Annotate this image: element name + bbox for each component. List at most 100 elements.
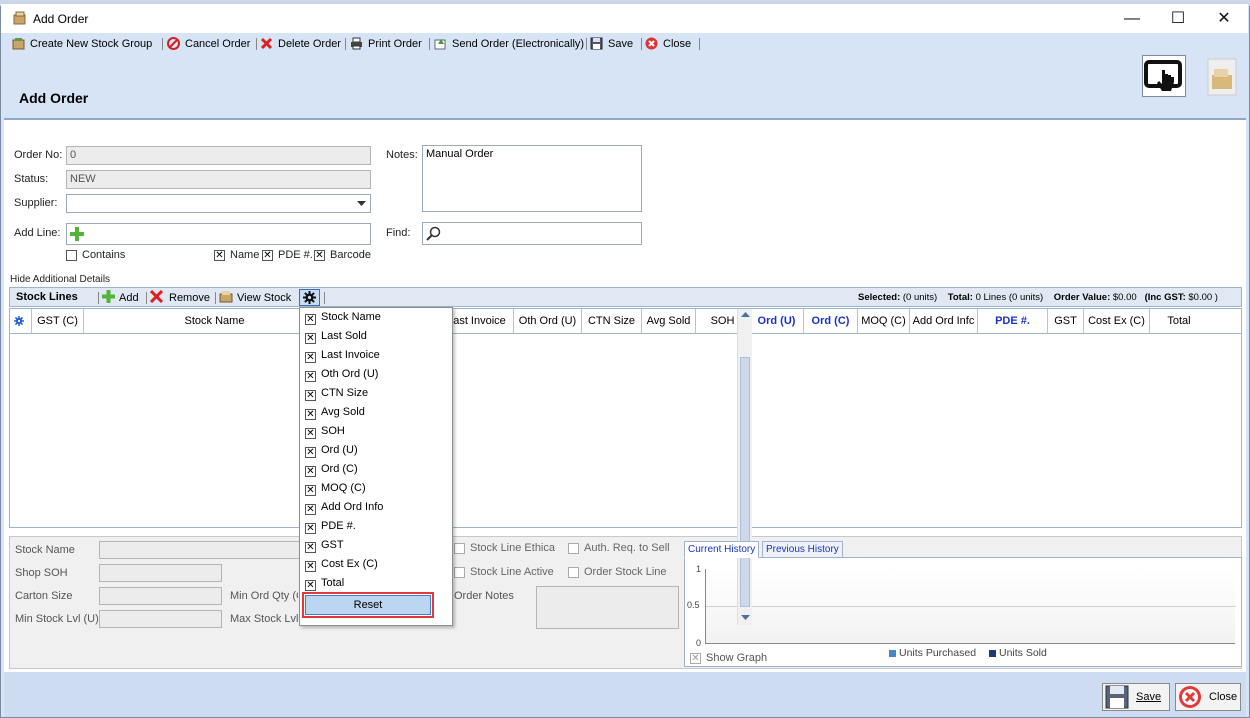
menu-item-label: Oth Ord (U) [321,368,379,380]
menu-checkbox[interactable]: ✕ [305,314,316,325]
column-header-moq-c[interactable]: MOQ (C) [858,309,910,333]
delete-order-button[interactable]: Delete Order [260,36,341,52]
find-input[interactable] [422,222,642,245]
close-circle-icon [645,37,658,50]
column-header-avg-sold[interactable]: Avg Sold [642,309,696,333]
menu-checkbox[interactable]: ✕ [305,485,316,496]
max-stock-lvl-label: Max Stock Lvl [230,613,298,625]
menu-item-ctn-size[interactable]: ✕ CTN Size [305,385,368,402]
menu-checkbox[interactable]: ✕ [305,523,316,534]
scroll-up-arrow-icon[interactable] [741,312,750,318]
scroll-down-arrow-icon[interactable] [741,615,750,621]
close-button[interactable]: Close [645,36,691,52]
cancel-order-button[interactable]: Cancel Order [167,36,250,52]
plus-icon[interactable] [70,227,84,241]
column-header-add-ord-info[interactable]: Add Ord Infc [910,309,978,333]
gear-icon [303,291,316,304]
menu-item-ord-c[interactable]: ✕ Ord (C) [305,461,358,478]
name-checkbox[interactable]: ✕ [214,250,225,261]
column-header-pde[interactable]: PDE #. [978,309,1048,333]
maximize-button[interactable]: ☐ [1155,6,1201,32]
toolbar-separator [429,38,430,50]
contains-checkbox[interactable] [66,250,77,261]
y-tick-label: 1 [696,564,702,574]
column-header-oth-ord-u[interactable]: Oth Ord (U) [514,309,582,333]
menu-checkbox[interactable]: ✕ [305,504,316,515]
column-settings-button[interactable] [299,289,320,306]
menu-checkbox[interactable]: ✕ [305,561,316,572]
menu-item-stock-name[interactable]: ✕ Stock Name [305,309,381,326]
menu-item-avg-sold[interactable]: ✕ Avg Sold [305,404,365,421]
touch-mode-button[interactable] [1142,55,1186,97]
stock-lines-grid-body[interactable] [9,334,1242,528]
menu-item-moq-c[interactable]: ✕ MOQ (C) [305,480,366,497]
delete-icon [260,37,273,50]
tab-previous-history[interactable]: Previous History [762,541,843,558]
barcode-checkbox[interactable]: ✕ [314,250,325,261]
menu-checkbox[interactable]: ✕ [305,580,316,591]
menu-checkbox[interactable]: ✕ [305,428,316,439]
title-bar: Add Order — ☐ ✕ [1,4,1248,33]
delete-icon [149,289,164,304]
menu-checkbox[interactable]: ✕ [305,466,316,477]
column-header-ctn-size[interactable]: CTN Size [582,309,642,333]
pde-checkbox[interactable]: ✕ [262,250,273,261]
save-button[interactable]: Save [590,36,633,52]
menu-scrollbar-thumb[interactable] [740,357,750,607]
view-stock-label: View Stock [237,292,292,304]
stock-line-active-checkbox[interactable] [454,567,465,578]
menu-item-add-ord-info[interactable]: ✕ Add Ord Info [305,499,383,516]
notes-textarea[interactable]: Manual Order [422,145,642,212]
auth-req-checkbox[interactable] [568,543,579,554]
shop-soh-field [99,564,222,582]
menu-checkbox[interactable]: ✕ [305,371,316,382]
menu-item-pde[interactable]: ✕ PDE #. [305,518,356,535]
column-header-gst-c[interactable]: GST (C) [32,309,84,333]
menu-checkbox[interactable]: ✕ [305,447,316,458]
menu-checkbox[interactable]: ✕ [305,333,316,344]
hide-details-link[interactable]: Hide Additional Details [10,274,110,285]
menu-item-gst[interactable]: ✕ GST [305,537,344,554]
column-header-gst[interactable]: GST [1048,309,1084,333]
send-order-button[interactable]: Send Order (Electronically) [434,36,584,52]
menu-item-soh[interactable]: ✕ SOH [305,423,345,440]
menu-checkbox[interactable]: ✕ [305,352,316,363]
stock-line-ethical-checkbox[interactable] [454,543,465,554]
order-value-label: Order Value: [1053,292,1111,303]
column-header-last-invoice[interactable]: ast Invoice [446,309,514,333]
supplier-dropdown[interactable] [66,194,371,213]
menu-checkbox[interactable]: ✕ [305,409,316,420]
reset-columns-button[interactable]: Reset [305,595,431,615]
column-header-total[interactable]: Total [1150,309,1208,333]
legend-units-sold: Units Sold [999,647,1047,659]
view-stock-button[interactable]: View Stock [219,290,291,304]
menu-item-last-sold[interactable]: ✕ Last Sold [305,328,367,345]
close-window-button[interactable]: ✕ [1201,6,1247,32]
menu-item-cost-ex-c[interactable]: ✕ Cost Ex (C) [305,556,378,573]
menu-checkbox[interactable]: ✕ [305,390,316,401]
menu-item-ord-u[interactable]: ✕ Ord (U) [305,442,358,459]
show-graph-checkbox[interactable]: ✕ [690,653,701,664]
chevron-down-icon[interactable] [357,201,366,207]
printer-icon [351,37,362,50]
footer-save-button[interactable]: Save [1102,683,1170,711]
legend-units-purchased: Units Purchased [899,647,977,659]
column-header-ord-c[interactable]: Ord (C) [804,309,858,333]
footer-close-button[interactable]: Close [1175,683,1241,711]
add-line-input[interactable] [66,223,371,245]
print-order-button[interactable]: Print Order [350,36,422,52]
create-stock-group-button[interactable]: Create New Stock Group [12,36,152,52]
menu-item-label: Ord (C) [321,463,358,475]
minimize-button[interactable]: — [1109,6,1155,32]
menu-checkbox[interactable]: ✕ [305,542,316,553]
menu-item-oth-ord-u[interactable]: ✕ Oth Ord (U) [305,366,378,383]
menu-item-last-invoice[interactable]: ✕ Last Invoice [305,347,380,364]
remove-line-button[interactable]: Remove [149,289,210,304]
column-header-ord-u[interactable]: Ord (U) [750,309,804,333]
tab-current-history[interactable]: Current History [684,541,760,558]
menu-scrollbar[interactable] [737,309,752,625]
menu-item-total[interactable]: ✕ Total [305,575,344,592]
column-header-cost-ex-c[interactable]: Cost Ex (C) [1084,309,1150,333]
order-stock-line-checkbox[interactable] [568,567,579,578]
add-line-button[interactable]: Add [102,290,139,304]
